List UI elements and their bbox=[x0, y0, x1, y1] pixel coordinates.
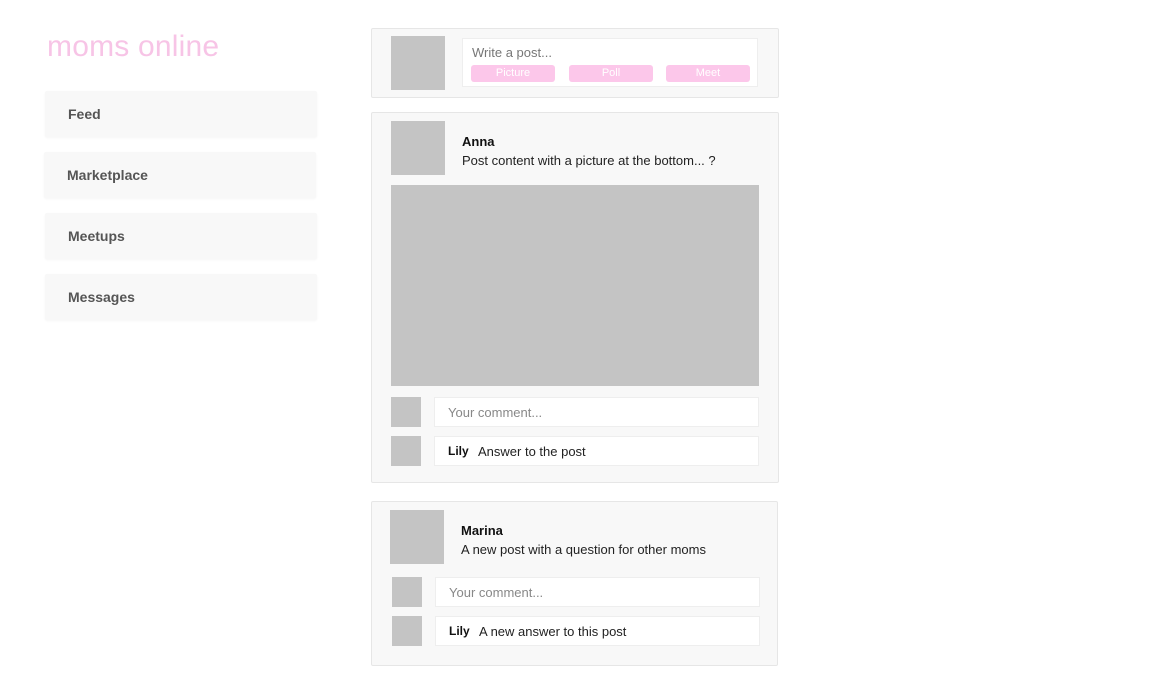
post-card: Marina A new post with a question for ot… bbox=[371, 501, 778, 666]
avatar bbox=[391, 397, 421, 427]
sidebar-item-label: Meetups bbox=[68, 228, 125, 244]
post-image[interactable] bbox=[391, 185, 759, 386]
sidebar-item-label: Marketplace bbox=[67, 167, 148, 183]
post-card: Anna Post content with a picture at the … bbox=[371, 112, 779, 483]
post-text: Post content with a picture at the botto… bbox=[462, 153, 716, 168]
sidebar-item-label: Messages bbox=[68, 289, 135, 305]
sidebar-item-marketplace[interactable]: Marketplace bbox=[44, 152, 316, 198]
sidebar-item-label: Feed bbox=[68, 106, 101, 122]
avatar bbox=[391, 436, 421, 466]
comment-input[interactable]: Your comment... bbox=[435, 577, 760, 607]
avatar bbox=[391, 36, 445, 90]
poll-button[interactable]: Poll bbox=[569, 65, 653, 82]
reply-author: Lily bbox=[449, 624, 470, 638]
comment-input[interactable]: Your comment... bbox=[434, 397, 759, 427]
avatar bbox=[392, 616, 422, 646]
reply-text: A new answer to this post bbox=[479, 624, 627, 639]
reply-text: Answer to the post bbox=[478, 444, 586, 459]
meet-button[interactable]: Meet bbox=[666, 65, 750, 82]
comment-input-placeholder: Your comment... bbox=[449, 585, 544, 600]
picture-button[interactable]: Picture bbox=[471, 65, 555, 82]
post-input-placeholder: Write a post... bbox=[472, 45, 552, 60]
post-author: Marina bbox=[461, 523, 503, 538]
comment-input-placeholder: Your comment... bbox=[448, 405, 543, 420]
sidebar-item-meetups[interactable]: Meetups bbox=[45, 213, 317, 259]
avatar bbox=[391, 121, 445, 175]
sidebar-item-messages[interactable]: Messages bbox=[45, 274, 317, 320]
reply-item: Lily Answer to the post bbox=[434, 436, 759, 466]
avatar bbox=[390, 510, 444, 564]
post-input[interactable]: Write a post... Picture Poll Meet bbox=[462, 38, 758, 87]
sidebar-item-feed[interactable]: Feed bbox=[45, 91, 317, 137]
reply-item: Lily A new answer to this post bbox=[435, 616, 760, 646]
post-composer: Write a post... Picture Poll Meet bbox=[371, 28, 779, 98]
app-logo: moms online bbox=[47, 30, 220, 63]
reply-author: Lily bbox=[448, 444, 469, 458]
avatar bbox=[392, 577, 422, 607]
post-author: Anna bbox=[462, 134, 495, 149]
post-text: A new post with a question for other mom… bbox=[461, 542, 706, 557]
